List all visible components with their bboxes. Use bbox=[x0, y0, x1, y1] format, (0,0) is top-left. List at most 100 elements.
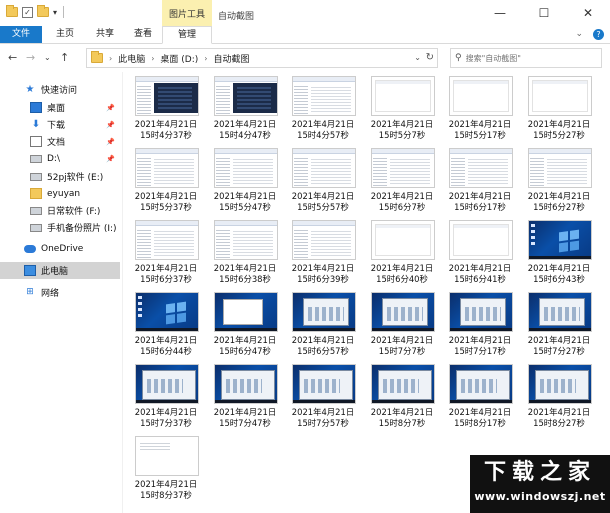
star-icon: ★ bbox=[25, 84, 35, 95]
sidebar-item-e-drive[interactable]: 52pj软件 (E:) bbox=[30, 168, 120, 185]
pin-icon[interactable]: 📌 bbox=[106, 155, 115, 163]
file-name: 2021年4月21日 15时6分57秒 bbox=[291, 335, 355, 356]
navigation-pane: ★ 快速访问 桌面 📌 ⬇ 下载 📌 文档 📌 D:\ 📌 52pj软件 (E:… bbox=[0, 75, 122, 513]
file-item[interactable]: 2021年4月21日 15时8分7秒 bbox=[364, 364, 440, 434]
sidebar-item-f-drive[interactable]: 日常软件 (F:) bbox=[30, 202, 120, 219]
picture-tools-context-tab: 图片工具 bbox=[162, 0, 212, 26]
pin-icon[interactable]: 📌 bbox=[106, 104, 115, 112]
file-item[interactable]: 2021年4月21日 15时6分47秒 bbox=[207, 292, 283, 362]
file-item[interactable]: 2021年4月21日 15时7分17秒 bbox=[442, 292, 518, 362]
minimize-button[interactable]: — bbox=[478, 0, 522, 26]
ribbon-right-controls: ⌄ ? bbox=[575, 29, 604, 40]
up-arrow-icon[interactable]: ↑ bbox=[60, 51, 69, 64]
sidebar-item-label: eyuyan bbox=[47, 188, 81, 199]
toolbar-divider bbox=[63, 6, 65, 18]
sidebar-item-desktop[interactable]: 桌面 📌 bbox=[30, 99, 120, 116]
image-thumbnail bbox=[449, 220, 513, 260]
file-item[interactable]: 2021年4月21日 15时6分7秒 bbox=[364, 148, 440, 218]
file-item[interactable]: 2021年4月21日 15时6分38秒 bbox=[207, 220, 283, 290]
file-item[interactable]: 2021年4月21日 15时5分7秒 bbox=[364, 76, 440, 146]
file-item[interactable]: 2021年4月21日 15时7分27秒 bbox=[521, 292, 597, 362]
tab-manage[interactable]: 管理 bbox=[162, 26, 212, 44]
file-item[interactable]: 2021年4月21日 15时8分37秒 bbox=[128, 436, 204, 506]
tab-view[interactable]: 查看 bbox=[126, 26, 160, 43]
breadcrumb-this-pc[interactable]: 此电脑 bbox=[118, 52, 145, 65]
sidebar-item-label: 桌面 bbox=[47, 104, 66, 114]
back-arrow-icon[interactable]: ← bbox=[8, 51, 17, 64]
file-grid: 2021年4月21日 15时4分37秒 2021年4月21日 15时4分47秒 20… bbox=[128, 76, 598, 513]
sidebar-item-i-drive[interactable]: 手机备份照片 (I:) bbox=[30, 219, 120, 236]
file-item[interactable]: 2021年4月21日 15时6分57秒 bbox=[285, 292, 361, 362]
address-history-icon[interactable]: ⌄ bbox=[414, 53, 421, 62]
properties-icon[interactable]: ✓ bbox=[22, 6, 33, 18]
file-item[interactable]: 2021年4月21日 15时4分57秒 bbox=[285, 76, 361, 146]
sidebar-item-downloads[interactable]: ⬇ 下载 📌 bbox=[30, 116, 120, 133]
chevron-right-icon[interactable]: › bbox=[109, 54, 112, 63]
pin-icon[interactable]: 📌 bbox=[106, 138, 115, 146]
sidebar-item-quick-access[interactable]: ★ 快速访问 bbox=[24, 81, 120, 98]
image-thumbnail bbox=[292, 364, 356, 404]
tab-file[interactable]: 文件 bbox=[0, 26, 42, 43]
image-thumbnail bbox=[449, 292, 513, 332]
breadcrumb-drive[interactable]: 桌面 (D:) bbox=[160, 52, 198, 65]
file-item[interactable]: 2021年4月21日 15时5分37秒 bbox=[128, 148, 204, 218]
tab-share[interactable]: 共享 bbox=[88, 26, 122, 43]
expand-ribbon-icon[interactable]: ⌄ bbox=[575, 29, 583, 40]
sidebar-item-onedrive[interactable]: OneDrive bbox=[24, 240, 120, 257]
chevron-right-icon[interactable]: › bbox=[204, 54, 207, 63]
file-name: 2021年4月21日 15时7分27秒 bbox=[527, 335, 591, 356]
search-box[interactable]: ⚲ bbox=[450, 48, 602, 68]
refresh-icon[interactable]: ↻ bbox=[426, 52, 434, 63]
address-bar[interactable]: › 此电脑 › 桌面 (D:) › 自动截图 ⌄ ↻ bbox=[86, 48, 438, 68]
help-icon[interactable]: ? bbox=[593, 29, 604, 40]
pin-icon[interactable]: 📌 bbox=[106, 121, 115, 129]
image-thumbnail bbox=[528, 220, 592, 260]
forward-arrow-icon[interactable]: → bbox=[26, 51, 35, 64]
file-item[interactable]: 2021年4月21日 15时4分47秒 bbox=[207, 76, 283, 146]
file-item[interactable]: 2021年4月21日 15时6分41秒 bbox=[442, 220, 518, 290]
cloud-icon bbox=[24, 244, 36, 253]
file-item[interactable]: 2021年4月21日 15时6分43秒 bbox=[521, 220, 597, 290]
file-item[interactable]: 2021年4月21日 15时7分7秒 bbox=[364, 292, 440, 362]
sidebar-item-eyuyan[interactable]: eyuyan bbox=[30, 185, 120, 202]
file-item[interactable]: 2021年4月21日 15时5分27秒 bbox=[521, 76, 597, 146]
image-thumbnail bbox=[214, 76, 278, 116]
folder-icon[interactable] bbox=[6, 5, 18, 17]
new-folder-icon[interactable] bbox=[37, 5, 49, 17]
file-item[interactable]: 2021年4月21日 15时7分37秒 bbox=[128, 364, 204, 434]
image-thumbnail bbox=[214, 148, 278, 188]
breadcrumb-folder[interactable]: 自动截图 bbox=[213, 52, 249, 65]
sidebar-item-documents[interactable]: 文档 📌 bbox=[30, 133, 120, 150]
recent-locations-icon[interactable]: ⌄ bbox=[44, 53, 51, 62]
maximize-button[interactable]: ☐ bbox=[522, 0, 566, 26]
customize-toolbar-icon[interactable]: ▾ bbox=[53, 8, 57, 17]
file-item[interactable]: 2021年4月21日 15时7分57秒 bbox=[285, 364, 361, 434]
close-button[interactable]: ✕ bbox=[566, 0, 610, 26]
sidebar-item-d-drive[interactable]: D:\ 📌 bbox=[30, 150, 120, 167]
file-item[interactable]: 2021年4月21日 15时8分17秒 bbox=[442, 364, 518, 434]
image-thumbnail bbox=[292, 76, 356, 116]
search-input[interactable] bbox=[465, 53, 596, 63]
sidebar-item-network[interactable]: ⊞ 网络 bbox=[24, 284, 120, 301]
file-item[interactable]: 2021年4月21日 15时5分47秒 bbox=[207, 148, 283, 218]
file-item[interactable]: 2021年4月21日 15时6分40秒 bbox=[364, 220, 440, 290]
file-item[interactable]: 2021年4月21日 15时7分47秒 bbox=[207, 364, 283, 434]
file-item[interactable]: 2021年4月21日 15时6分44秒 bbox=[128, 292, 204, 362]
file-item[interactable]: 2021年4月21日 15时6分27秒 bbox=[521, 148, 597, 218]
file-item[interactable]: 2021年4月21日 15时6分17秒 bbox=[442, 148, 518, 218]
document-icon bbox=[30, 136, 42, 147]
file-name: 2021年4月21日 15时6分27秒 bbox=[527, 191, 591, 212]
file-item[interactable]: 2021年4月21日 15时5分57秒 bbox=[285, 148, 361, 218]
pane-divider[interactable] bbox=[122, 72, 123, 513]
file-item[interactable]: 2021年4月21日 15时8分27秒 bbox=[521, 364, 597, 434]
file-item[interactable]: 2021年4月21日 15时6分39秒 bbox=[285, 220, 361, 290]
file-item[interactable]: 2021年4月21日 15时6分37秒 bbox=[128, 220, 204, 290]
sidebar-item-this-pc[interactable]: 此电脑 bbox=[0, 262, 120, 279]
file-item[interactable]: 2021年4月21日 15时4分37秒 bbox=[128, 76, 204, 146]
image-thumbnail bbox=[292, 292, 356, 332]
image-thumbnail bbox=[135, 148, 199, 188]
tab-home[interactable]: 主页 bbox=[48, 26, 82, 43]
file-name: 2021年4月21日 15时5分7秒 bbox=[370, 119, 434, 140]
chevron-right-icon[interactable]: › bbox=[151, 54, 154, 63]
file-item[interactable]: 2021年4月21日 15时5分17秒 bbox=[442, 76, 518, 146]
